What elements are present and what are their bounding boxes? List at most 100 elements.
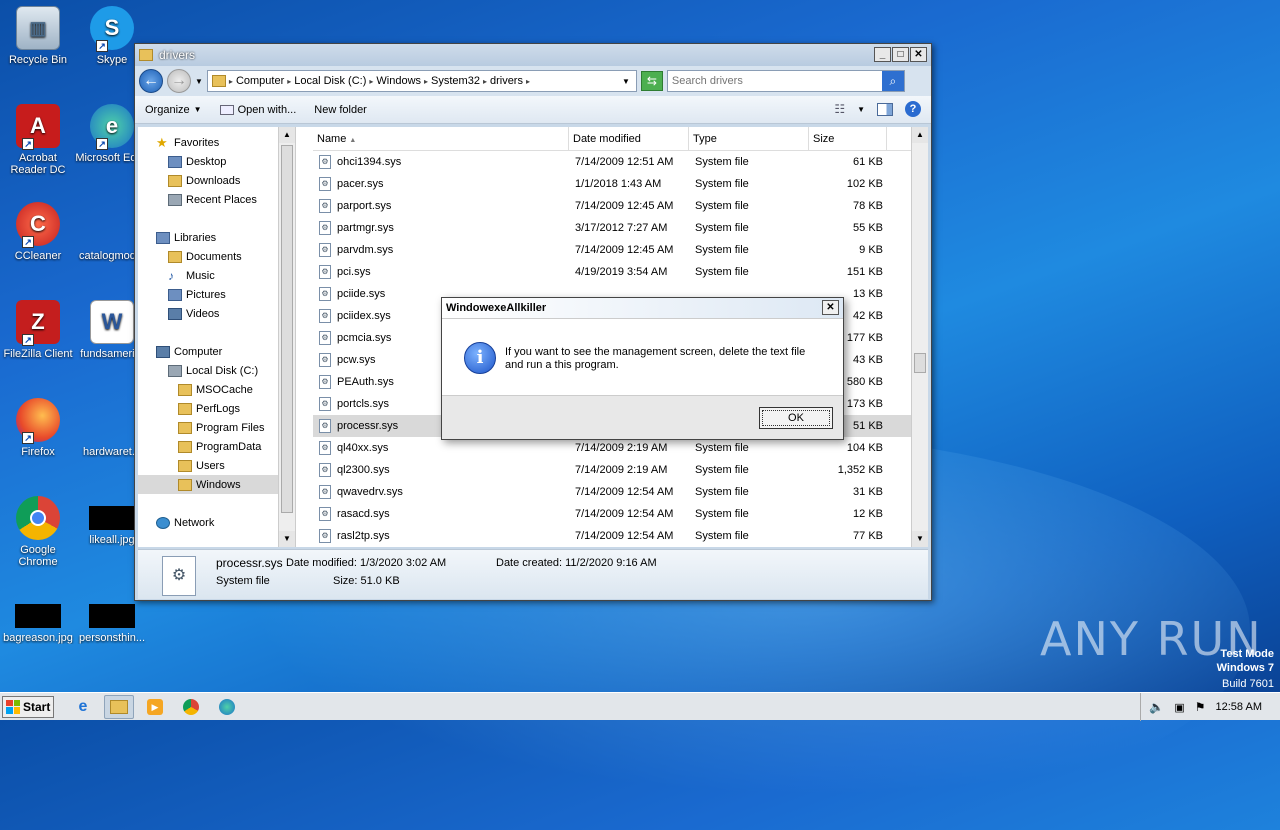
breadcrumb-separator-icon[interactable]: ▸ — [369, 77, 373, 86]
file-row[interactable]: ⚙ pci.sys 4/19/2019 3:54 AM System file 151 … — [313, 261, 928, 283]
nav-network[interactable]: Network — [138, 513, 295, 532]
breadcrumb-local-disk[interactable]: Local Disk (C:) — [294, 75, 366, 87]
nav-windows[interactable]: Windows — [138, 475, 295, 494]
network-tray-icon[interactable]: ▣ — [1174, 701, 1184, 714]
action-center-flag-icon[interactable]: ⚑ — [1195, 700, 1206, 714]
file-row[interactable]: ⚙ rasl2tp.sys 7/14/2009 12:54 AM System fil… — [313, 525, 928, 547]
taskbar-chrome[interactable] — [176, 695, 206, 719]
nav-pictures[interactable]: Pictures — [138, 285, 295, 304]
nav-documents[interactable]: Documents — [138, 247, 295, 266]
folder-icon — [110, 699, 128, 714]
system-file-icon: ⚙ — [319, 309, 331, 323]
address-bar[interactable]: ▸ Computer ▸ Local Disk (C:) ▸ Windows ▸… — [206, 70, 637, 92]
taskbar-media-player[interactable]: ▶ — [140, 695, 170, 719]
breadcrumb-separator-icon[interactable]: ▸ — [424, 77, 428, 86]
file-row[interactable]: ⚙ partmgr.sys 3/17/2012 7:27 AM System file… — [313, 217, 928, 239]
column-type[interactable]: Type — [689, 127, 809, 150]
nav-desktop[interactable]: Desktop — [138, 152, 295, 171]
close-button[interactable]: ✕ — [910, 47, 927, 62]
desktop-icon-personsthin[interactable]: personsthin... — [74, 604, 150, 644]
history-dropdown-icon[interactable]: ▼ — [195, 77, 203, 86]
explorer-title-bar[interactable]: drivers _ □ ✕ — [135, 44, 931, 66]
scroll-thumb[interactable] — [914, 353, 926, 373]
details-file-size: Size: 51.0 KB — [333, 575, 400, 587]
nav-downloads[interactable]: Downloads — [138, 171, 295, 190]
column-name[interactable]: Name ▲ — [313, 127, 569, 150]
nav-perflogs[interactable]: PerfLogs — [138, 399, 295, 418]
scroll-down-icon[interactable]: ▼ — [279, 531, 295, 547]
nav-program-files[interactable]: Program Files — [138, 418, 295, 437]
nav-scrollbar[interactable]: ▲ ▼ — [278, 127, 295, 547]
file-row[interactable]: ⚙ parvdm.sys 7/14/2009 12:45 AM System file… — [313, 239, 928, 261]
file-row[interactable]: ⚙ ql40xx.sys 7/14/2009 2:19 AM System file 1… — [313, 437, 928, 459]
chevron-down-icon[interactable]: ▼ — [857, 105, 865, 114]
start-button[interactable]: Start — [2, 695, 54, 718]
address-dropdown-icon[interactable]: ▼ — [622, 77, 630, 86]
nav-local-disk[interactable]: Local Disk (C:) — [138, 361, 295, 380]
help-icon[interactable]: ? — [905, 101, 921, 117]
desktop-icon-filezilla[interactable]: Z ↗ FileZilla Client — [0, 300, 76, 360]
search-box[interactable]: ⌕ — [666, 70, 905, 92]
scroll-up-icon[interactable]: ▲ — [912, 127, 928, 143]
taskbar-internet-explorer[interactable]: e — [68, 695, 98, 719]
new-folder-button[interactable]: New folder — [314, 104, 367, 116]
scroll-thumb[interactable] — [281, 145, 293, 513]
breadcrumb-system32[interactable]: System32 — [431, 75, 480, 87]
back-button[interactable]: ← — [139, 69, 163, 93]
breadcrumb-separator-icon[interactable]: ▸ — [483, 77, 487, 86]
file-scrollbar[interactable]: ▲ ▼ — [911, 127, 928, 547]
column-size[interactable]: Size — [809, 127, 887, 150]
ok-button[interactable]: OK — [759, 407, 833, 429]
organize-button[interactable]: Organize ▼ — [145, 104, 202, 116]
breadcrumb-separator-icon[interactable]: ▸ — [287, 77, 291, 86]
test-mode-label: Test Mode — [1220, 648, 1274, 660]
nav-msocache[interactable]: MSOCache — [138, 380, 295, 399]
desktop-icon-ccleaner[interactable]: C ↗ CCleaner — [0, 202, 76, 262]
desktop-icon-recycle-bin[interactable]: ▥ Recycle Bin — [0, 6, 76, 66]
desktop-icon-bagreason[interactable]: bagreason.jpg — [0, 604, 76, 644]
file-size-cell: 55 KB — [853, 222, 883, 234]
breadcrumb-windows[interactable]: Windows — [376, 75, 421, 87]
nav-favorites[interactable]: ★ Favorites — [138, 133, 295, 152]
taskbar-explorer[interactable] — [104, 694, 134, 719]
dialog-close-button[interactable]: ✕ — [822, 300, 839, 315]
nav-music[interactable]: ♪ Music — [138, 266, 295, 285]
nav-videos[interactable]: Videos — [138, 304, 295, 323]
nav-programdata[interactable]: ProgramData — [138, 437, 295, 456]
file-row[interactable]: ⚙ ql2300.sys 7/14/2009 2:19 AM System file 1… — [313, 459, 928, 481]
file-row[interactable]: ⚙ qwavedrv.sys 7/14/2009 12:54 AM System fi… — [313, 481, 928, 503]
volume-icon[interactable]: 🔈 — [1149, 700, 1164, 714]
taskbar-edge[interactable] — [212, 695, 242, 719]
file-row[interactable]: ⚙ ohci1394.sys 7/14/2009 12:51 AM System fi… — [313, 151, 928, 173]
desktop-icon-firefox[interactable]: ↗ Firefox — [0, 398, 76, 458]
breadcrumb-drivers[interactable]: drivers — [490, 75, 523, 87]
documents-icon — [168, 250, 182, 263]
nav-users[interactable]: Users — [138, 456, 295, 475]
nav-recent-places[interactable]: Recent Places — [138, 190, 295, 209]
open-with-button[interactable]: Open with... — [219, 104, 296, 116]
search-icon[interactable]: ⌕ — [881, 71, 904, 91]
scroll-up-icon[interactable]: ▲ — [279, 127, 295, 143]
file-row[interactable]: ⚙ parport.sys 7/14/2009 12:45 AM System fil… — [313, 195, 928, 217]
breadcrumb-separator-icon[interactable]: ▸ — [526, 77, 530, 86]
view-options-icon[interactable]: ☷ — [834, 102, 845, 116]
forward-button[interactable]: → — [167, 69, 191, 93]
refresh-button[interactable]: ⇆ — [640, 71, 663, 91]
dialog-title-bar[interactable]: WindowexeAllkiller — [442, 298, 843, 319]
desktop-icon-acrobat[interactable]: A ↗ Acrobat Reader DC — [0, 104, 76, 176]
file-row[interactable]: ⚙ pacer.sys 1/1/2018 1:43 AM System file 102… — [313, 173, 928, 195]
breadcrumb-computer[interactable]: Computer — [236, 75, 284, 87]
skype-icon: S ↗ — [90, 6, 134, 52]
nav-computer[interactable]: Computer — [138, 342, 295, 361]
scroll-down-icon[interactable]: ▼ — [912, 531, 928, 547]
clock[interactable]: 12:58 AM — [1216, 701, 1262, 713]
maximize-button[interactable]: □ — [892, 47, 909, 62]
file-type-cell: System file — [695, 266, 749, 278]
desktop-icon-chrome[interactable]: Google Chrome — [0, 496, 76, 568]
nav-libraries[interactable]: Libraries — [138, 228, 295, 247]
preview-pane-icon[interactable] — [877, 102, 893, 116]
search-input[interactable] — [671, 75, 872, 87]
file-row[interactable]: ⚙ rasacd.sys 7/14/2009 12:54 AM System file… — [313, 503, 928, 525]
minimize-button[interactable]: _ — [874, 47, 891, 62]
column-date-modified[interactable]: Date modified — [569, 127, 689, 150]
